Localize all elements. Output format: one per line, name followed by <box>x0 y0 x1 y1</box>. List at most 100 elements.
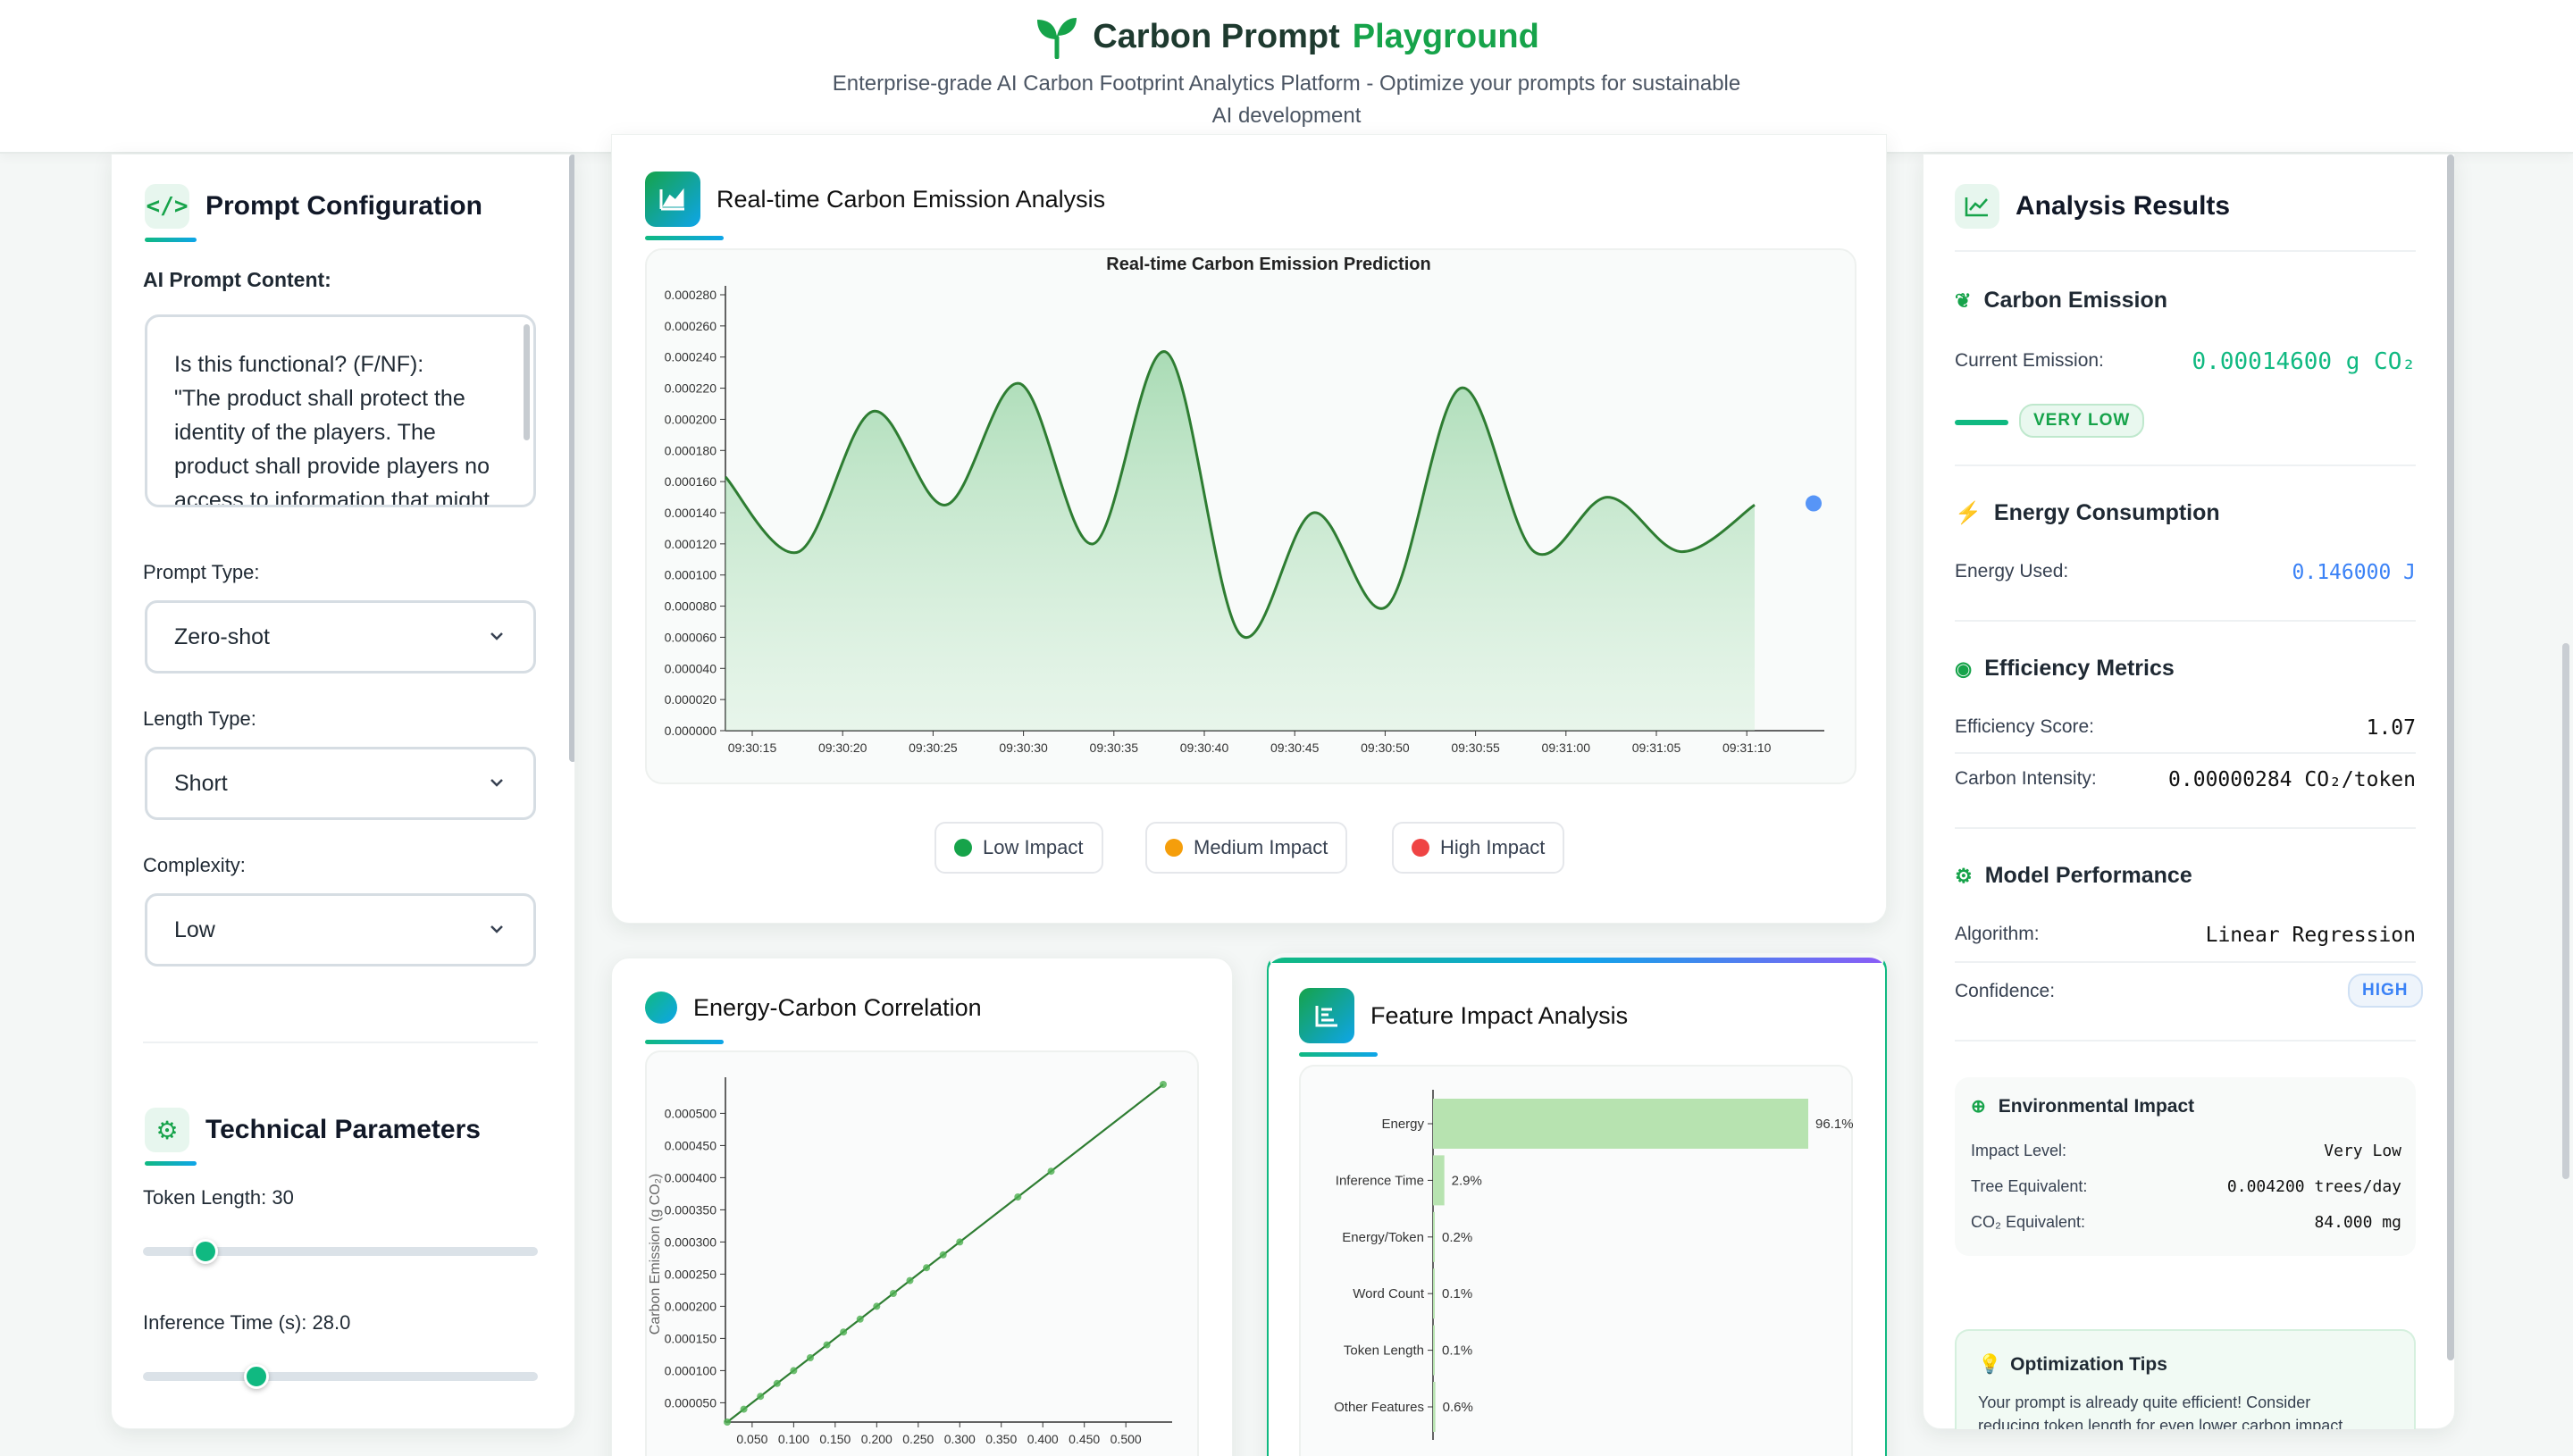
prompt-config-title: Prompt Configuration <box>205 191 482 221</box>
impact-level-label: Impact Level: <box>1971 1142 2067 1159</box>
impact-bar <box>1433 1155 1445 1206</box>
prompt-config-underline <box>145 238 197 242</box>
sprout-icon <box>1037 18 1077 59</box>
subtitle-line-1: Enterprise-grade AI Carbon Footprint Ana… <box>832 71 1741 96</box>
inference-time-slider[interactable] <box>143 1372 538 1381</box>
current-emission-point <box>1806 495 1822 512</box>
tips-line-2: reducing token length for even lower car… <box>1978 1417 2348 1429</box>
length-type-select[interactable]: Short <box>145 747 536 820</box>
x-tick-label: 09:30:25 <box>909 741 958 755</box>
config-scrollbar[interactable] <box>569 155 574 762</box>
chevron-down-icon <box>490 779 503 787</box>
emission-level-badge: VERY LOW <box>2019 404 2145 438</box>
realtime-header: Real-time Carbon Emission Analysis <box>645 172 1105 227</box>
legend-medium-impact[interactable]: Medium Impact <box>1145 822 1348 874</box>
scatter-point <box>823 1341 831 1349</box>
efficiency-header: ◉ Efficiency Metrics <box>1955 656 2175 682</box>
scatter-point <box>939 1251 947 1259</box>
scatter-point <box>724 1418 731 1426</box>
x-tick-label: 0.350 <box>985 1432 1017 1446</box>
feature-panel-top-bar <box>1269 958 1885 963</box>
x-tick-label: 0.150 <box>819 1432 851 1446</box>
results-divider <box>1955 464 2416 466</box>
category-label: Token Length <box>1344 1343 1424 1359</box>
y-tick-label: 0.000140 <box>665 506 717 520</box>
scatter-point <box>889 1290 897 1297</box>
x-tick-label: 09:30:15 <box>728 741 777 755</box>
correlation-ylabel: Carbon Emission (g CO₂) <box>648 1174 663 1335</box>
current-emission-value: 0.00014600 g CO₂ <box>2192 348 2416 375</box>
y-tick-label: 0.000260 <box>665 319 717 333</box>
prompt-type-select[interactable]: Zero-shot <box>145 600 536 674</box>
efficiency-score-label: Efficiency Score: <box>1955 716 2095 737</box>
textarea-scrollbar[interactable] <box>524 324 530 440</box>
x-tick-label: 09:31:10 <box>1722 741 1772 755</box>
y-tick-label: 0.000240 <box>665 350 717 364</box>
inference-time-thumb[interactable] <box>244 1364 269 1389</box>
token-length-thumb[interactable] <box>193 1239 218 1264</box>
model-title: Model Performance <box>1984 863 2192 888</box>
co2-equivalent-label: CO₂ Equivalent: <box>1971 1213 2086 1231</box>
x-tick-label: 0.200 <box>861 1432 893 1446</box>
x-tick-label: 0.250 <box>902 1432 934 1446</box>
leaf-icon: ❦ <box>1955 289 1972 312</box>
y-tick-label: 0.000040 <box>665 661 717 675</box>
confidence-label: Confidence: <box>1955 981 2056 1001</box>
scatter-point <box>773 1379 781 1387</box>
scatter-point <box>790 1367 798 1375</box>
lightbulb-icon: 💡 <box>1978 1354 2002 1375</box>
config-divider <box>143 1042 538 1043</box>
impact-bar <box>1433 1268 1435 1319</box>
results-title: Analysis Results <box>2016 191 2231 221</box>
scatter-point <box>757 1393 765 1401</box>
y-tick-label: 0.000060 <box>665 630 717 644</box>
chevron-down-icon <box>490 632 503 640</box>
impact-value-label: 0.1% <box>1442 1286 1472 1301</box>
y-tick-label: 0.000150 <box>665 1331 717 1345</box>
results-scrollbar[interactable] <box>2447 155 2454 1360</box>
x-tick-label: 09:30:45 <box>1270 741 1320 755</box>
x-tick-label: 09:30:30 <box>999 741 1048 755</box>
correlation-header: Energy-Carbon Correlation <box>645 992 982 1024</box>
tips-line-1: Your prompt is already quite efficient! … <box>1978 1393 2311 1411</box>
scatter-point <box>806 1354 814 1361</box>
category-label: Other Features <box>1334 1400 1424 1415</box>
results-divider <box>1955 827 2416 829</box>
x-tick-label: 09:30:50 <box>1361 741 1410 755</box>
page-scrollbar[interactable] <box>2562 643 2569 1179</box>
carbon-intensity-value: 0.00000284 CO₂/token <box>2168 768 2416 791</box>
title-primary: Carbon Prompt <box>1093 17 1340 55</box>
realtime-underline <box>645 236 724 240</box>
title-accent: Playground <box>1352 17 1539 55</box>
energy-used-value: 0.146000 J <box>2292 561 2416 584</box>
y-tick-label: 0.000000 <box>665 724 717 738</box>
globe-icon: ⊕ <box>1971 1097 1986 1117</box>
tree-equivalent-value: 0.004200 trees/day <box>2226 1177 2401 1196</box>
results-divider <box>1955 961 2416 963</box>
results-divider <box>1955 620 2416 622</box>
x-tick-label: 09:30:20 <box>818 741 867 755</box>
feature-underline <box>1299 1052 1378 1057</box>
prompt-content-textarea[interactable]: Is this functional? (F/NF): "The product… <box>145 314 536 507</box>
app-title: Carbon Prompt Playground <box>0 14 2573 59</box>
legend-low-impact[interactable]: Low Impact <box>934 822 1103 874</box>
energy-header: ⚡ Energy Consumption <box>1955 500 2220 526</box>
subtitle-line-2: AI development <box>1211 104 1362 128</box>
correlation-chart: Carbon Emission (g CO₂) 0.000050 0.000100… <box>645 1050 1199 1456</box>
legend-dot-high <box>1412 839 1429 857</box>
feature-title: Feature Impact Analysis <box>1370 1001 1629 1029</box>
length-type-value: Short <box>174 770 228 796</box>
x-tick-label: 0.450 <box>1069 1432 1100 1446</box>
results-divider <box>1955 1040 2416 1042</box>
realtime-title: Real-time Carbon Emission Analysis <box>717 185 1106 213</box>
complexity-select[interactable]: Low <box>145 893 536 966</box>
y-tick-label: 0.000280 <box>665 288 717 302</box>
scatter-point <box>1160 1081 1167 1088</box>
impact-value-label: 2.9% <box>1452 1173 1482 1188</box>
technical-header: ⚙ Technical Parameters <box>145 1108 481 1152</box>
app-header: Carbon Prompt Playground Enterprise-grad… <box>0 0 2573 154</box>
scatter-point <box>1014 1193 1022 1201</box>
technical-title: Technical Parameters <box>205 1115 481 1144</box>
legend-high-impact[interactable]: High Impact <box>1392 822 1565 874</box>
technical-underline <box>145 1161 197 1166</box>
